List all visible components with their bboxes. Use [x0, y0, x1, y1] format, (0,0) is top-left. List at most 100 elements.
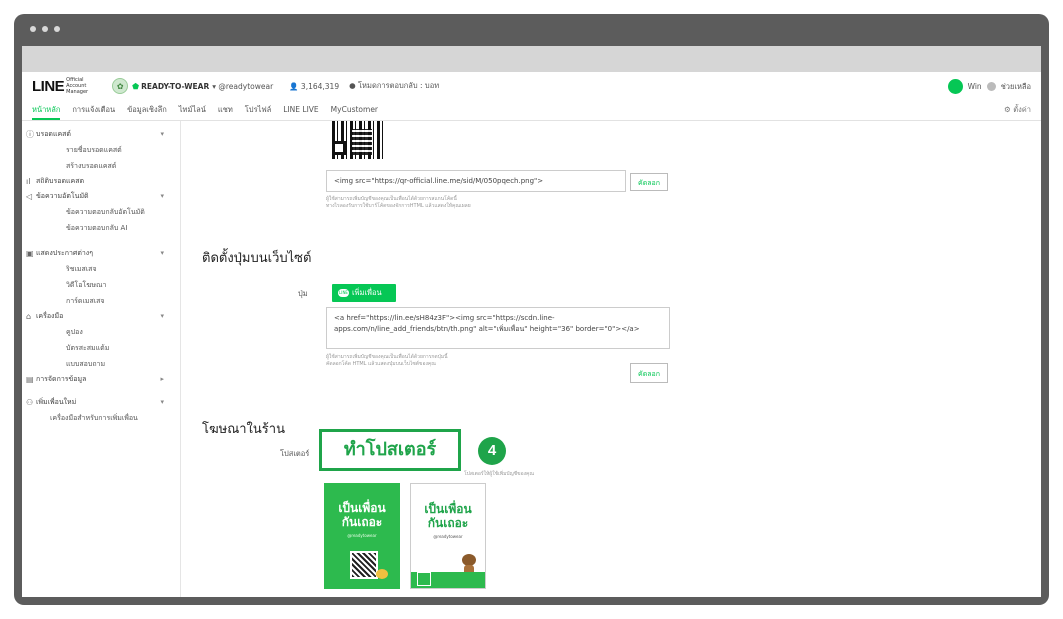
sidebar-item-card-message[interactable]: การ์ดเมสเสจ [22, 293, 180, 309]
qr-code-snippet[interactable]: <img src="https://qr-official.line.me/si… [326, 170, 626, 192]
add-friend-button[interactable]: LINE เพิ่มเพื่อน [332, 284, 396, 302]
button-hint-line-2: คัดลอกโค้ด HTML แล้วแสดงปุ่มบนเว็บไซต์ขอ… [326, 361, 436, 367]
chevron-down-icon: ▾ [160, 398, 164, 406]
sidebar-group-label: ข้อความอัตโนมัติ [36, 192, 89, 200]
tab-home[interactable]: หน้าหลัก [32, 100, 61, 120]
window-controls [30, 26, 60, 32]
sidebar-item-video-ads[interactable]: วิดีโอโฆษณา [22, 277, 180, 293]
user-name[interactable]: Win [968, 82, 982, 91]
poster-account-id: @readytowear [433, 534, 463, 539]
tab-chat[interactable]: แชท [218, 100, 233, 120]
tab-insights[interactable]: ข้อมูลเชิงลึก [127, 100, 167, 120]
account-name[interactable]: READY-TO-WEAR [141, 82, 209, 91]
sidebar-group-broadcast[interactable]: ⓘ บรอดแคสต์ ▾ [22, 127, 180, 142]
line-logo: LINE [32, 77, 65, 95]
main-content: <img src="https://qr-official.line.me/si… [202, 121, 1041, 597]
sidebar-group-label: แสดงประกาศต่างๆ [36, 249, 93, 257]
info-icon: ⓘ [26, 130, 34, 139]
qr-hint: ผู้ใช้สามารถเพิ่มบัญชีของคุณเป็นเพื่อนได… [326, 196, 626, 210]
sidebar-item-broadcast-list[interactable]: รายชื่อบรอดแคสต์ [22, 142, 180, 158]
sidebar-group-add-friends[interactable]: ⚇ เพิ่มเพื่อนใหม่ ▾ [22, 395, 180, 410]
message-icon: ◁ [26, 192, 33, 201]
sidebar-item-auto-reply[interactable]: ข้อความตอบกลับอัตโนมัติ [22, 204, 180, 220]
header-right: Win ช่วยเหลือ [947, 79, 1031, 94]
help-icon[interactable] [986, 82, 996, 91]
qr-hint-line-1: ผู้ใช้สามารถเพิ่มบัญชีของคุณเป็นเพื่อนได… [326, 196, 457, 202]
poster-qr-icon [350, 551, 378, 579]
poster-title-line-2: กันเถอะ [341, 515, 383, 529]
minimize-dot[interactable] [42, 26, 48, 32]
step-badge: 4 [478, 437, 506, 465]
sidebar-item-coupon[interactable]: คูปอง [22, 324, 180, 340]
plan-status-text: โหมดการตอบกลับ : บอท [358, 81, 440, 90]
sidebar-group-label: เพิ่มเพื่อนใหม่ [36, 398, 77, 406]
verified-shield-icon: ⬟ [132, 81, 140, 91]
account-id[interactable]: ▾ @readytowear [212, 82, 273, 91]
sidebar-group-label: บรอดแคสต์ [36, 130, 71, 138]
close-dot[interactable] [30, 26, 36, 32]
tab-notifications[interactable]: การแจ้งเตือน [72, 100, 115, 120]
account-avatar[interactable]: ✿ [112, 78, 129, 94]
poster-template-green[interactable]: เป็นเพื่อน กันเถอะ @readytowear [324, 483, 400, 589]
tab-profile[interactable]: โปรไฟล์ [245, 100, 272, 120]
friends-count: 👤 3,164,319 [289, 81, 340, 91]
app-header: LINE Official Account Manager ✿ ⬟ READY-… [22, 72, 1041, 100]
poster-title: เป็นเพื่อน กันเถอะ [411, 502, 485, 530]
sidebar-group-label: สถิติบรอดแคสต [36, 177, 85, 185]
tab-mycustomer[interactable]: MyCustomer [331, 100, 378, 120]
sidebar-group-label: เครื่องมือ [36, 312, 64, 320]
sidebar-item-ai-reply[interactable]: ข้อความตอบกลับ AI [22, 220, 180, 236]
button-hint-line-1: ผู้ใช้สามารถเพิ่มบัญชีของคุณเป็นเพื่อนได… [326, 354, 448, 360]
poster-title-line-1: เป็นเพื่อน [338, 501, 386, 515]
logo-subtitle: Official Account Manager [66, 77, 89, 95]
poster-field-label: โปสเตอร์ [280, 449, 310, 458]
poster-template-white[interactable]: เป็นเพื่อน กันเถอะ @readytowear [410, 483, 486, 589]
sidebar-group-stats[interactable]: ıl สถิติบรอดแคสต [22, 174, 180, 189]
plus-box-icon: ▣ [26, 249, 34, 258]
sidebar-item-create-broadcast[interactable]: สร้างบรอดแคสต์ [22, 158, 180, 174]
add-user-icon: ⚇ [26, 398, 34, 407]
user-avatar[interactable] [947, 79, 963, 94]
line-bubble-icon: LINE [338, 289, 349, 297]
bar-chart-icon: ıl [26, 177, 31, 186]
sidebar-item-add-friend-tools[interactable]: เครื่องมือสำหรับการเพิ่มเพื่อน [22, 410, 180, 426]
tab-timeline[interactable]: ไทม์ไลน์ [179, 100, 206, 120]
sidebar-group-announcements[interactable]: ▣ แสดงประกาศต่างๆ ▾ [22, 246, 180, 261]
button-hint: ผู้ใช้สามารถเพิ่มบัญชีของคุณเป็นเพื่อนได… [326, 354, 586, 368]
tab-line-live[interactable]: LINE LIVE [283, 100, 318, 120]
poster-account-id: @readytowear [347, 533, 377, 538]
chevron-right-icon: ▸ [160, 375, 164, 383]
copy-qr-button[interactable]: คัดลอก [630, 173, 668, 191]
help-link[interactable]: ช่วยเหลือ [1001, 81, 1031, 93]
main-nav: หน้าหลัก การแจ้งเตือน ข้อมูลเชิงลึก ไทม์… [22, 100, 1041, 121]
account-id-text: @readytowear [218, 81, 274, 91]
title-bar [14, 14, 1049, 46]
maximize-dot[interactable] [54, 26, 60, 32]
button-field-label: ปุ่ม [298, 289, 308, 298]
qr-hint-line-2: ทางไรลองรับการใช้บาร์โค้ดของจักการHTML แ… [326, 203, 471, 209]
sidebar-item-rich-message[interactable]: ริชเมสเสจ [22, 261, 180, 277]
button-section-title: ติดตั้งปุ่มบนเว็บไซต์ [202, 251, 312, 266]
chevron-down-icon: ▾ [160, 249, 164, 257]
sidebar-group-auto-reply[interactable]: ◁ ข้อความอัตโนมัติ ▾ [22, 189, 180, 204]
poster-small-qr-icon [417, 572, 431, 586]
poster-title-line-1: เป็นเพื่อน [424, 502, 472, 516]
database-icon: ▤ [26, 375, 34, 384]
address-strip [22, 46, 1041, 72]
friends-count-text: 3,164,319 [300, 81, 340, 91]
copy-button-code-button[interactable]: คัดลอก [630, 363, 668, 383]
browser-window: LINE Official Account Manager ✿ ⬟ READY-… [14, 14, 1049, 605]
poster-title-line-2: กันเถอะ [427, 516, 469, 530]
toolbox-icon: ⌂ [26, 312, 32, 321]
sidebar: ⓘ บรอดแคสต์ ▾ รายชื่อบรอดแคสต์ สร้างบรอด… [22, 121, 181, 597]
button-code-snippet[interactable]: <a href="https://lin.ee/sH84z3F"><img sr… [326, 307, 670, 349]
chevron-down-icon: ▾ [160, 130, 164, 138]
sidebar-group-data-management[interactable]: ▤ การจัดการข้อมูล ▸ [22, 372, 180, 387]
make-poster-button[interactable]: ทำโปสเตอร์ [319, 429, 461, 471]
sidebar-item-survey[interactable]: แบบสอบถาม [22, 356, 180, 372]
poster-title: เป็นเพื่อน กันเถอะ [324, 501, 400, 529]
sidebar-group-tools[interactable]: ⌂ เครื่องมือ ▾ [22, 309, 180, 324]
ads-section-title: โฆษณาในร้าน [202, 422, 285, 437]
settings-link[interactable]: ⚙ ตั้งค่า [1004, 100, 1031, 120]
sidebar-item-point-card[interactable]: บัตรสะสมแต้ม [22, 340, 180, 356]
